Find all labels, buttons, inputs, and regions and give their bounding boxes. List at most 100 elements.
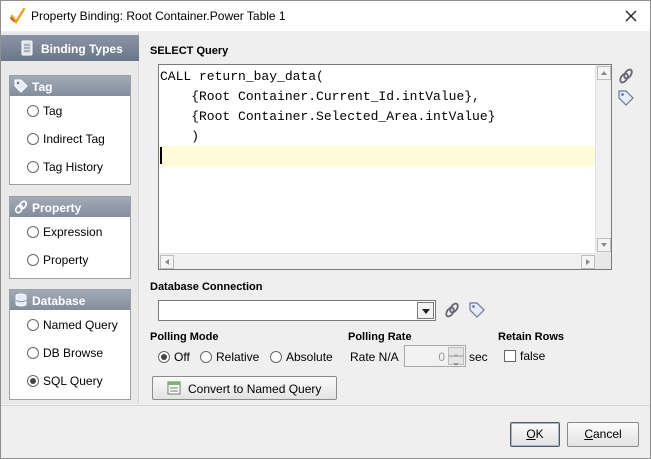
- scroll-right-button[interactable]: [581, 255, 595, 269]
- radio-property[interactable]: Property: [10, 245, 130, 273]
- binding-types-header: Binding Types: [1, 35, 139, 61]
- radio-tag-history-label[interactable]: Tag History: [43, 160, 103, 174]
- polling-rate-spinner[interactable]: 0: [404, 345, 466, 367]
- retain-rows-label: Retain Rows: [498, 331, 565, 343]
- polling-relative-radio[interactable]: [200, 351, 212, 363]
- arrow-right-icon: [586, 259, 590, 265]
- binding-types-sidebar: Binding Types Tag Tag Indirect Tag Tag H…: [1, 32, 139, 404]
- radio-tag[interactable]: Tag: [10, 96, 130, 124]
- named-query-icon: [167, 381, 181, 395]
- polling-relative-label[interactable]: Relative: [216, 350, 259, 364]
- radio-expression-label[interactable]: Expression: [43, 225, 102, 239]
- ok-button[interactable]: OK: [510, 422, 560, 447]
- polling-absolute-radio[interactable]: [270, 351, 282, 363]
- cancel-mnemonic: C: [584, 427, 593, 441]
- retain-rows-value-label[interactable]: false: [520, 349, 545, 363]
- property-group-header: Property: [10, 197, 130, 217]
- tag-group: Tag Tag Indirect Tag Tag History: [9, 75, 131, 185]
- database-group: Database Named Query DB Browse SQL Query: [9, 289, 131, 400]
- title-bar: Property Binding: Root Container.Power T…: [1, 1, 650, 31]
- radio-tag-label[interactable]: Tag: [43, 104, 62, 118]
- database-icon: [15, 293, 27, 307]
- radio-sql-query-label[interactable]: SQL Query: [43, 374, 103, 388]
- radio-property-circle[interactable]: [27, 254, 39, 266]
- radio-indirect-tag-circle[interactable]: [27, 133, 39, 145]
- cancel-label-rest: ancel: [592, 427, 622, 441]
- scroll-left-button[interactable]: [160, 255, 174, 269]
- radio-expression[interactable]: Expression: [10, 217, 130, 245]
- polling-off-label[interactable]: Off: [174, 350, 190, 364]
- polling-absolute-label[interactable]: Absolute: [286, 350, 333, 364]
- property-binding-dialog: Property Binding: Root Container.Power T…: [0, 0, 651, 459]
- radio-db-browse-label[interactable]: DB Browse: [43, 346, 103, 360]
- ok-label-rest: K: [535, 427, 544, 441]
- code-line-2[interactable]: {Root Container.Current_Id.intValue},: [159, 87, 596, 107]
- convert-to-named-query-button[interactable]: Convert to Named Query: [152, 376, 337, 400]
- vertical-scrollbar[interactable]: [595, 65, 611, 253]
- polling-rate-unit: sec: [469, 350, 488, 364]
- convert-button-label: Convert to Named Query: [188, 382, 322, 396]
- property-group: Property Expression Property: [9, 196, 131, 279]
- spinner-down-button[interactable]: [448, 356, 464, 366]
- binding-types-icon: [21, 40, 33, 56]
- connection-tag-reference-icon[interactable]: [468, 301, 486, 319]
- binding-types-label: Binding Types: [41, 42, 123, 56]
- horizontal-scrollbar[interactable]: [159, 253, 596, 269]
- radio-property-label[interactable]: Property: [43, 253, 88, 267]
- database-group-title: Database: [32, 294, 86, 308]
- code-line-4[interactable]: ): [159, 127, 596, 147]
- ok-mnemonic: O: [526, 427, 536, 441]
- polling-off-option[interactable]: Off: [158, 349, 198, 365]
- footer-divider: [1, 405, 650, 406]
- code-line-1[interactable]: CALL return_bay_data(: [159, 67, 596, 87]
- radio-named-query-circle[interactable]: [27, 319, 39, 331]
- connection-property-reference-icon[interactable]: [443, 301, 461, 319]
- database-connection-label: Database Connection: [150, 281, 263, 293]
- radio-indirect-tag-label[interactable]: Indirect Tag: [43, 132, 105, 146]
- polling-rate-value: 0: [438, 350, 445, 364]
- close-icon: [625, 10, 637, 22]
- app-logo-icon: [10, 7, 26, 25]
- link-icon: [14, 200, 28, 214]
- insert-tag-reference-icon[interactable]: [617, 89, 635, 107]
- scroll-corner: [595, 253, 611, 269]
- code-line-3[interactable]: {Root Container.Selected_Area.intValue}: [159, 107, 596, 127]
- polling-relative-option[interactable]: Relative: [200, 349, 264, 365]
- polling-rate-label: Polling Rate: [348, 331, 412, 343]
- query-editor[interactable]: CALL return_bay_data( {Root Container.Cu…: [158, 64, 612, 270]
- arrow-left-icon: [165, 259, 169, 265]
- dropdown-arrow-button[interactable]: [417, 302, 434, 319]
- database-connection-dropdown[interactable]: [158, 300, 436, 321]
- radio-named-query-label[interactable]: Named Query: [43, 318, 118, 332]
- close-button[interactable]: [618, 4, 644, 28]
- polling-off-radio[interactable]: [158, 351, 170, 363]
- window-title: Property Binding: Root Container.Power T…: [31, 9, 286, 23]
- code-line-5[interactable]: [159, 146, 596, 166]
- spinner-up-button[interactable]: [448, 347, 464, 357]
- radio-sql-query[interactable]: SQL Query: [10, 366, 130, 394]
- polling-mode-label: Polling Mode: [150, 331, 219, 343]
- chevron-down-icon: [422, 309, 430, 314]
- select-query-label: SELECT Query: [150, 45, 229, 57]
- rate-na-label: Rate N/A: [350, 350, 399, 364]
- radio-indirect-tag[interactable]: Indirect Tag: [10, 124, 130, 152]
- scroll-up-button[interactable]: [597, 66, 611, 80]
- tag-icon: [14, 79, 28, 93]
- database-group-header: Database: [10, 290, 130, 310]
- radio-sql-query-circle[interactable]: [27, 375, 39, 387]
- spin-down-icon: [453, 363, 459, 366]
- tag-group-header: Tag: [10, 76, 130, 96]
- scroll-down-button[interactable]: [597, 238, 611, 252]
- radio-expression-circle[interactable]: [27, 226, 39, 238]
- radio-tag-history[interactable]: Tag History: [10, 152, 130, 180]
- insert-property-reference-icon[interactable]: [617, 67, 635, 85]
- radio-db-browse[interactable]: DB Browse: [10, 338, 130, 366]
- polling-absolute-option[interactable]: Absolute: [270, 349, 338, 365]
- retain-rows-checkbox[interactable]: [504, 350, 516, 362]
- tag-group-title: Tag: [32, 80, 53, 94]
- radio-db-browse-circle[interactable]: [27, 347, 39, 359]
- radio-tag-circle[interactable]: [27, 105, 39, 117]
- radio-tag-history-circle[interactable]: [27, 161, 39, 173]
- cancel-button[interactable]: Cancel: [567, 422, 639, 447]
- radio-named-query[interactable]: Named Query: [10, 310, 130, 338]
